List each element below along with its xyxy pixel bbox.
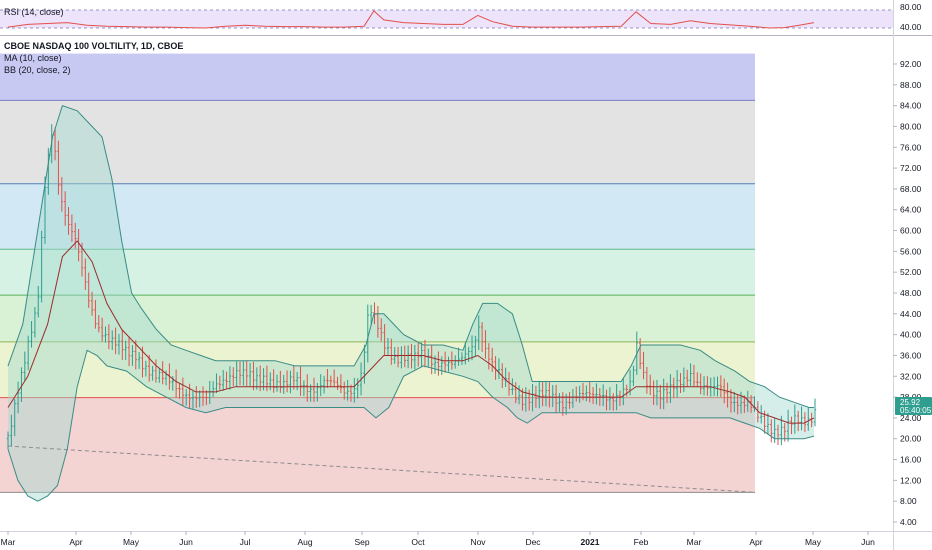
- price-tick-label: 76.00: [900, 142, 922, 152]
- price-tick-label: 52.00: [900, 267, 922, 277]
- time-tick-label: Jul: [240, 537, 251, 547]
- price-tick-label: 80.00: [900, 121, 922, 131]
- time-tick-label: May: [805, 537, 822, 547]
- time-axis[interactable]: Mar Apr May Jun Jul Aug Sep Oct Nov Dec 2021 Feb Mar…: [1, 531, 875, 547]
- price-tick-label: 20.00: [900, 434, 922, 444]
- time-tick-label: Nov: [470, 537, 486, 547]
- time-tick-label: Dec: [525, 537, 541, 547]
- time-tick-label: Mar: [1, 537, 16, 547]
- time-tick-label: Jun: [179, 537, 193, 547]
- rsi-axis-tick: 40.00: [900, 22, 922, 32]
- chart-title: CBOE NASDAQ 100 VOLTILITY, 1D, CBOE: [4, 41, 183, 51]
- price-tick-label: 60.00: [900, 226, 922, 236]
- time-tick-label: Aug: [297, 537, 312, 547]
- price-tick-label: 92.00: [900, 59, 922, 69]
- price-tick-label: 40.00: [900, 330, 922, 340]
- fib-zone: [0, 100, 755, 184]
- price-tick-label: 12.00: [900, 475, 922, 485]
- time-tick-label: 2021: [581, 537, 600, 547]
- price-tick-label: 88.00: [900, 80, 922, 90]
- price-tick-label: 36.00: [900, 350, 922, 360]
- price-tick-label: 48.00: [900, 288, 922, 298]
- time-tick-label: Oct: [411, 537, 425, 547]
- price-tick-label: 56.00: [900, 246, 922, 256]
- price-tick-label: 44.00: [900, 309, 922, 319]
- bar-countdown: 05:40:05: [900, 406, 932, 415]
- price-tick-label: 8.00: [900, 496, 917, 506]
- rsi-pane: RSI (14, close) 80.00 40.00: [0, 2, 922, 32]
- chart-canvas: RSI (14, close) 80.00 40.00 CBOE NASDAQ …: [0, 0, 932, 550]
- main-pane: CBOE NASDAQ 100 VOLTILITY, 1D, CBOE MA (…: [0, 41, 817, 502]
- rsi-axis-tick: 80.00: [900, 2, 922, 12]
- fib-zone: [0, 53, 755, 101]
- time-tick-label: Apr: [69, 537, 82, 547]
- price-bar: [813, 398, 817, 427]
- time-tick-label: Jun: [861, 537, 875, 547]
- ma-legend: MA (10, close): [4, 53, 62, 63]
- rsi-legend: RSI (14, close): [4, 7, 64, 17]
- time-tick-label: May: [123, 537, 140, 547]
- price-tick-label: 68.00: [900, 184, 922, 194]
- price-tick-label: 4.00: [900, 517, 917, 527]
- time-tick-label: Sep: [354, 537, 369, 547]
- time-tick-label: Apr: [749, 537, 762, 547]
- rsi-band: [0, 10, 893, 28]
- time-tick-label: Mar: [687, 537, 702, 547]
- price-tick-label: 72.00: [900, 163, 922, 173]
- price-tick-label: 16.00: [900, 455, 922, 465]
- time-tick-label: Feb: [634, 537, 649, 547]
- price-tick-label: 32.00: [900, 371, 922, 381]
- bb-legend: BB (20, close, 2): [4, 65, 71, 75]
- price-tick-label: 64.00: [900, 205, 922, 215]
- price-tick-label: 84.00: [900, 101, 922, 111]
